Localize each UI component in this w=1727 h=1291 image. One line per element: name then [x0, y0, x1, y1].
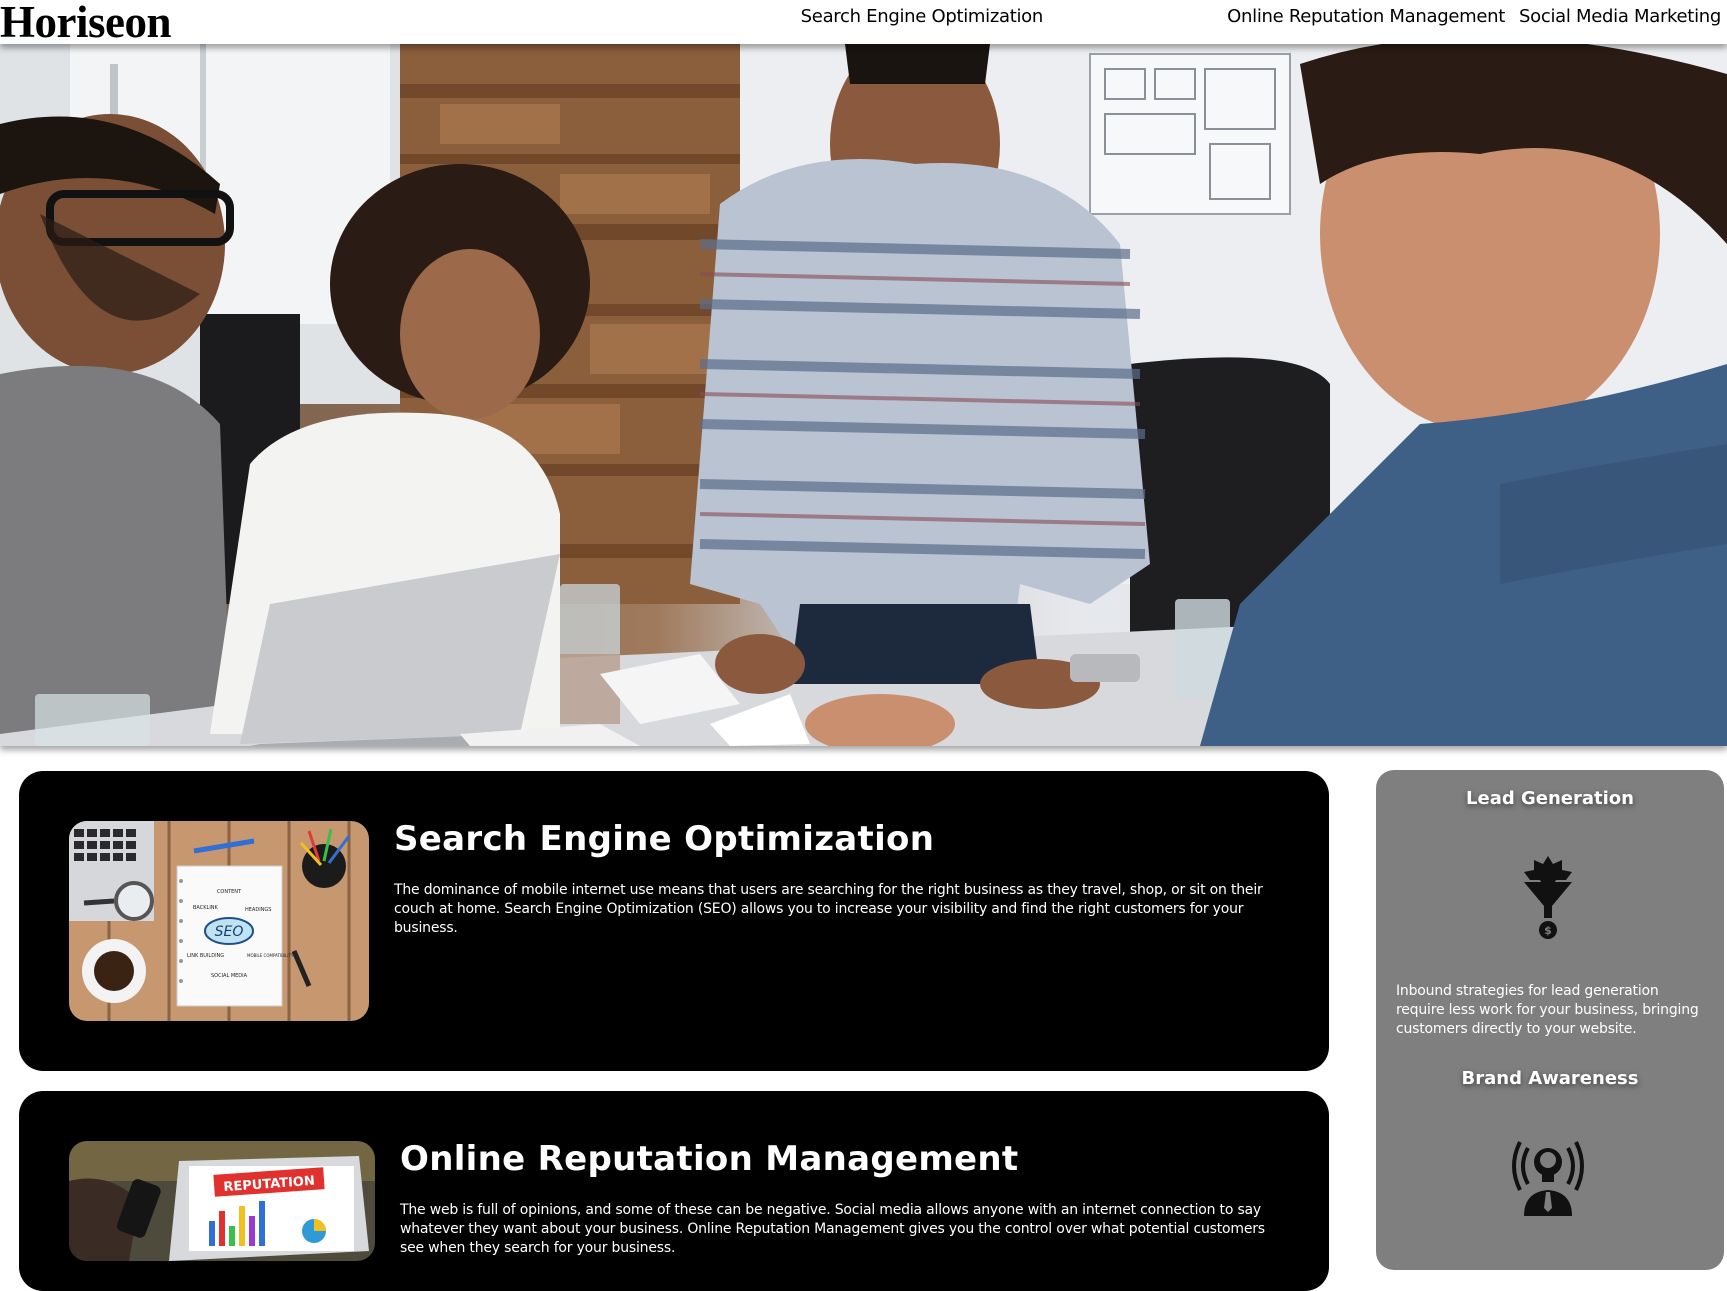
site-logo[interactable]: Horiseon — [0, 0, 172, 48]
seo-image-text: CONTENT — [217, 889, 242, 895]
seo-image-text: BACKLINK — [193, 905, 219, 911]
seo-image-text: HEADINGS — [245, 907, 271, 913]
seo-notebook-image: SEO CONTENT BACKLINK HEADINGS LINK BUILD… — [69, 821, 369, 1021]
site-header: Horiseon Search Engine Optimization Onli… — [0, 0, 1727, 47]
seo-description: The dominance of mobile internet use mea… — [394, 882, 1263, 936]
lead-generation-description: Inbound strategies for lead generation r… — [1396, 983, 1699, 1037]
lead-generation-icon: $ — [1520, 854, 1576, 944]
brand-awareness-icon — [1510, 1136, 1586, 1216]
reputation-laptop-image: REPUTATION — [69, 1141, 375, 1261]
benefits-sidebar: Lead Generation $ Inbound strategies for… — [1376, 770, 1724, 1270]
lead-generation-title: Lead Generation — [1466, 788, 1634, 809]
seo-image-text: SOCIAL MEDIA — [211, 973, 248, 979]
seo-title: Search Engine Optimization — [394, 819, 935, 859]
nav-link-social-media[interactable]: Social Media Marketing — [1519, 6, 1721, 27]
svg-text:$: $ — [1544, 924, 1552, 937]
seo-image-text: LINK BUILDING — [187, 953, 224, 959]
reputation-description: The web is full of opinions, and some of… — [400, 1202, 1265, 1256]
content-card-reputation: REPUTATION Online Reputation Management … — [19, 1091, 1329, 1291]
nav-link-seo[interactable]: Search Engine Optimization — [801, 6, 1044, 27]
content-card-seo: SEO CONTENT BACKLINK HEADINGS LINK BUILD… — [19, 771, 1329, 1071]
seo-image-text: MOBILE COMPATIBILITY — [247, 953, 294, 958]
hero-image — [0, 44, 1727, 746]
brand-awareness-title: Brand Awareness — [1461, 1068, 1639, 1089]
seo-label: SEO — [215, 924, 244, 940]
nav-link-reputation[interactable]: Online Reputation Management — [1227, 6, 1505, 27]
reputation-title: Online Reputation Management — [400, 1139, 1019, 1179]
